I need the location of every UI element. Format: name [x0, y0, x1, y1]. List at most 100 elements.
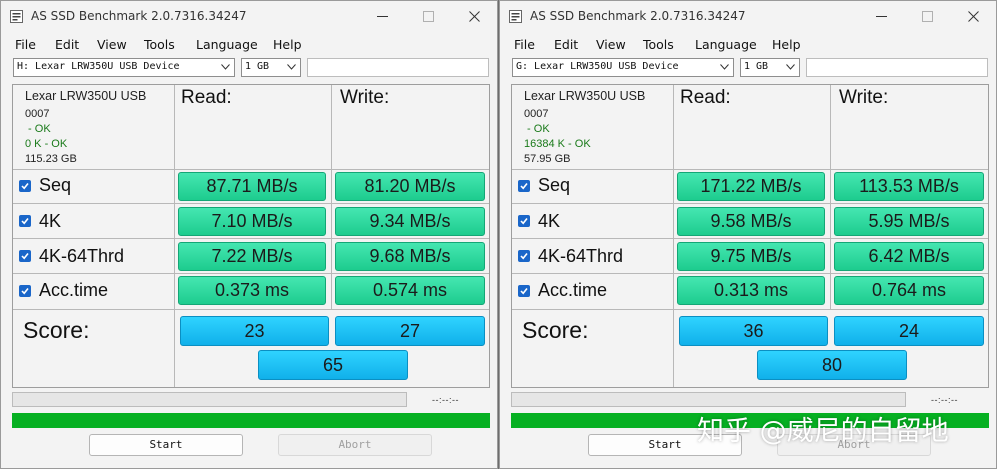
title-bar: AS SSD Benchmark 2.0.7316.34247 [500, 1, 996, 32]
driver-status: - OK [524, 123, 550, 135]
4k-checkbox[interactable] [518, 215, 530, 227]
checkbox-checked-icon [21, 183, 29, 190]
4k-label: 4K [39, 211, 62, 231]
path-field[interactable] [806, 58, 988, 77]
title-bar: AS SSD Benchmark 2.0.7316.34247 [1, 1, 497, 32]
window-title: AS SSD Benchmark 2.0.7316.34247 [530, 9, 746, 23]
4k-write-value: 9.34 MB/s [335, 207, 485, 236]
seq-checkbox[interactable] [19, 180, 31, 192]
menu-language[interactable]: Language [196, 37, 258, 52]
total-progress-bar [12, 413, 490, 428]
minimize-button[interactable] [858, 1, 904, 32]
close-icon [469, 11, 480, 22]
seq-read-value: 171.22 MB/s [677, 172, 825, 201]
grid-divider [331, 85, 332, 309]
close-button[interactable] [950, 1, 996, 32]
grid-divider [174, 85, 175, 387]
score-write: 27 [335, 316, 485, 346]
size-select[interactable]: 1 GB [241, 58, 301, 77]
minimize-button[interactable] [359, 1, 405, 32]
score-label: Score: [522, 317, 589, 343]
drive-select[interactable]: H: Lexar LRW350U USB Device [13, 58, 235, 77]
menu-file[interactable]: File [514, 37, 535, 52]
drive-capacity: 57.95 GB [524, 153, 571, 165]
drive-select[interactable]: G: Lexar LRW350U USB Device [512, 58, 734, 77]
grid-divider [830, 85, 831, 309]
checkbox-checked-icon [520, 253, 528, 260]
chevron-down-icon [287, 64, 296, 70]
path-field[interactable] [307, 58, 489, 77]
menu-tools[interactable]: Tools [643, 37, 674, 52]
menu-bar: File Edit View Tools Language Help [500, 34, 996, 54]
watermark-text: 知乎 @威尼的自留地 [697, 416, 949, 447]
menu-view[interactable]: View [596, 37, 626, 52]
4k-64thrd-checkbox[interactable] [518, 250, 530, 262]
checkbox-checked-icon [520, 218, 528, 225]
elapsed-time: --:--:-- [432, 395, 459, 405]
minimize-icon [876, 16, 887, 17]
device-name: Lexar LRW350U USB [25, 89, 147, 103]
chevron-down-icon [720, 64, 729, 70]
score-write: 24 [834, 316, 984, 346]
checkbox-checked-icon [520, 288, 528, 295]
maximize-button[interactable] [904, 1, 950, 32]
4k-write-value: 5.95 MB/s [834, 207, 984, 236]
chevron-down-icon [221, 64, 230, 70]
checkbox-checked-icon [21, 288, 29, 295]
seq-write-value: 113.53 MB/s [834, 172, 984, 201]
maximize-icon [922, 11, 933, 22]
acc-time-write-value: 0.764 ms [834, 276, 984, 305]
maximize-button[interactable] [405, 1, 451, 32]
chevron-down-icon [786, 64, 795, 70]
progress-bar [511, 392, 906, 407]
drive-select-value: H: Lexar LRW350U USB Device [17, 61, 180, 72]
menu-edit[interactable]: Edit [554, 37, 578, 52]
size-select[interactable]: 1 GB [740, 58, 800, 77]
close-button[interactable] [451, 1, 497, 32]
score-read: 23 [180, 316, 329, 346]
checkbox-checked-icon [520, 183, 528, 190]
menu-file[interactable]: File [15, 37, 36, 52]
4k-checkbox[interactable] [19, 215, 31, 227]
menu-language[interactable]: Language [695, 37, 757, 52]
grid-divider [512, 238, 988, 239]
drive-select-value: G: Lexar LRW350U USB Device [516, 61, 679, 72]
elapsed-time: --:--:-- [931, 395, 958, 405]
4k-64thrd-label: 4K-64Thrd [538, 246, 624, 266]
size-select-value: 1 GB [245, 61, 270, 72]
grid-divider [13, 238, 489, 239]
4k-64thrd-checkbox[interactable] [19, 250, 31, 262]
seq-label: Seq [39, 175, 72, 195]
menu-help[interactable]: Help [772, 37, 801, 52]
menu-view[interactable]: View [97, 37, 127, 52]
4k-64thrd-read-value: 9.75 MB/s [677, 242, 825, 271]
checkbox-checked-icon [21, 253, 29, 260]
minimize-icon [377, 16, 388, 17]
grid-divider [512, 169, 988, 170]
grid-divider [512, 273, 988, 274]
benchmark-window-right: AS SSD Benchmark 2.0.7316.34247 File Edi… [499, 0, 997, 469]
grid-divider [13, 309, 489, 310]
acc-time-checkbox[interactable] [518, 285, 530, 297]
4k-64thrd-write-value: 9.68 MB/s [335, 242, 485, 271]
grid-divider [673, 85, 674, 387]
seq-write-value: 81.20 MB/s [335, 172, 485, 201]
app-icon [10, 10, 23, 23]
acc-time-checkbox[interactable] [19, 285, 31, 297]
start-button[interactable]: Start [89, 434, 243, 456]
seq-checkbox[interactable] [518, 180, 530, 192]
menu-tools[interactable]: Tools [144, 37, 175, 52]
app-icon [509, 10, 522, 23]
results-grid: Lexar LRW350U USB 0007 - OK 16384 K - OK… [511, 84, 989, 388]
menu-help[interactable]: Help [273, 37, 302, 52]
menu-bar: File Edit View Tools Language Help [1, 34, 497, 54]
4k-64thrd-label: 4K-64Thrd [39, 246, 125, 266]
close-icon [968, 11, 979, 22]
grid-divider [13, 169, 489, 170]
menu-edit[interactable]: Edit [55, 37, 79, 52]
device-name: Lexar LRW350U USB [524, 89, 646, 103]
4k-64thrd-write-value: 6.42 MB/s [834, 242, 984, 271]
abort-button[interactable]: Abort [278, 434, 432, 456]
acc-time-read-value: 0.373 ms [178, 276, 326, 305]
size-select-value: 1 GB [744, 61, 769, 72]
